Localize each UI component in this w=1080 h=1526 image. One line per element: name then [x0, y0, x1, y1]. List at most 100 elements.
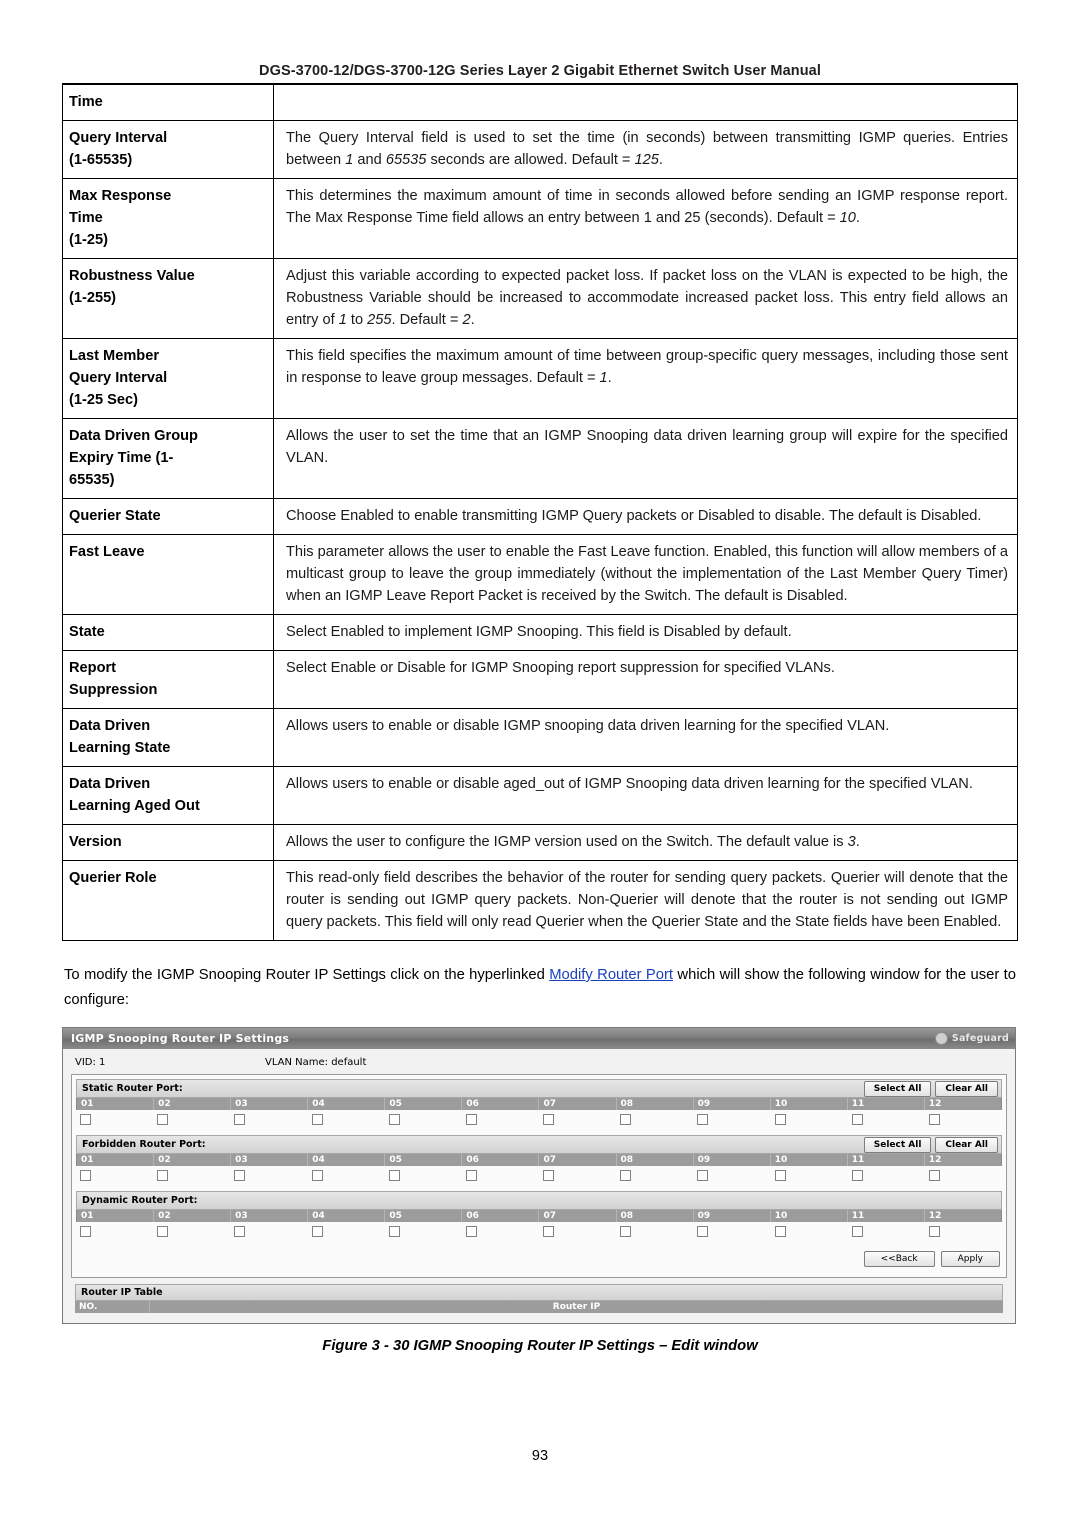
section-buttons: Select All Clear All [863, 1080, 998, 1097]
parameter-description-table: Time Query Interval (1-65535) The Query Int… [62, 84, 1018, 941]
port-checkbox[interactable] [928, 1114, 940, 1125]
port-number: 05 [385, 1154, 463, 1166]
instruction-paragraph: To modify the IGMP Snooping Router IP Se… [62, 963, 1018, 1013]
section-title: Static Router Port: [82, 1083, 183, 1094]
port-checkbox[interactable] [543, 1170, 555, 1181]
port-checkbox[interactable] [157, 1226, 169, 1237]
port-checkbox[interactable] [311, 1226, 323, 1237]
port-checkbox[interactable] [80, 1114, 91, 1125]
parameter-description: This field specifies the maximum amount … [273, 338, 1018, 419]
port-checkbox-cell [848, 1170, 925, 1184]
port-number: 01 [77, 1098, 155, 1110]
port-checkbox[interactable] [465, 1170, 477, 1181]
port-number: 08 [617, 1154, 694, 1166]
section-title: Forbidden Router Port: [82, 1139, 206, 1150]
parameter-label-line: Learning State [69, 740, 171, 756]
safeguard-icon [934, 1032, 948, 1045]
safeguard-indicator: Safeguard [934, 1032, 1009, 1045]
select-all-button[interactable]: Select All [863, 1136, 932, 1153]
port-checkbox[interactable] [543, 1114, 555, 1125]
port-checkbox[interactable] [157, 1170, 169, 1181]
port-checkbox[interactable] [234, 1114, 246, 1125]
port-number: 08 [617, 1098, 694, 1110]
parameter-description: This parameter allows the user to enable… [273, 534, 1018, 615]
port-checkbox[interactable] [311, 1114, 323, 1125]
section-header: Dynamic Router Port: [76, 1191, 1002, 1210]
port-checkbox[interactable] [543, 1226, 555, 1237]
port-number: 02 [154, 1098, 232, 1110]
table-row: Data Driven Learning State Allows users to… [62, 708, 1018, 767]
port-checkbox[interactable] [80, 1170, 91, 1181]
parameter-label: Version [62, 824, 274, 861]
action-buttons-row: <<Back Apply [72, 1243, 1006, 1271]
parameter-description [273, 84, 1018, 121]
port-checkbox[interactable] [928, 1226, 940, 1237]
port-checkbox[interactable] [851, 1226, 863, 1237]
port-number-row: 01 02 03 04 05 06 07 08 09 10 11 12 [76, 1154, 1002, 1166]
port-checkbox[interactable] [697, 1170, 709, 1181]
port-checkbox-cell [230, 1226, 307, 1240]
port-checkbox-cell [925, 1170, 1002, 1184]
table-row: Querier State Choose Enabled to enable tr… [62, 498, 1018, 535]
port-number: 11 [848, 1210, 925, 1222]
port-checkbox[interactable] [774, 1226, 786, 1237]
port-checkbox[interactable] [774, 1170, 786, 1181]
port-checkbox[interactable] [157, 1114, 169, 1125]
port-checkbox[interactable] [620, 1170, 632, 1181]
port-checkbox[interactable] [851, 1170, 863, 1181]
port-number: 11 [848, 1098, 925, 1110]
port-checkbox-cell [693, 1114, 770, 1128]
port-checkbox[interactable] [465, 1226, 477, 1237]
parameter-label-line: Data Driven Group [69, 428, 198, 444]
port-checkbox[interactable] [388, 1170, 400, 1181]
port-number: 10 [771, 1154, 848, 1166]
port-checkbox[interactable] [697, 1226, 709, 1237]
parameter-description: Adjust this variable according to expect… [273, 258, 1018, 339]
port-checkbox[interactable] [388, 1114, 400, 1125]
window-footer [71, 1313, 1007, 1323]
port-checkbox[interactable] [80, 1226, 91, 1237]
back-button[interactable]: <<Back [863, 1251, 935, 1267]
port-checkbox[interactable] [465, 1114, 477, 1125]
port-checkbox[interactable] [851, 1114, 863, 1125]
port-checkbox[interactable] [928, 1170, 940, 1181]
port-checkbox[interactable] [311, 1170, 323, 1181]
router-ip-table-header: Router IP Table [75, 1284, 1003, 1301]
parameter-label: Max Response Time (1-25) [62, 178, 274, 259]
parameter-label-line: Report [69, 660, 117, 676]
parameter-description: This determines the maximum amount of ti… [273, 178, 1018, 259]
clear-all-button[interactable]: Clear All [935, 1136, 998, 1153]
parameter-label: Query Interval (1-65535) [62, 120, 274, 179]
parameter-label-line: Time [69, 94, 103, 110]
port-checkbox[interactable] [388, 1226, 400, 1237]
parameter-description: Allows users to enable or disable IGMP s… [273, 708, 1018, 767]
port-checkbox[interactable] [234, 1170, 246, 1181]
parameter-description: Select Enable or Disable for IGMP Snoopi… [273, 650, 1018, 709]
port-checkbox[interactable] [620, 1226, 632, 1237]
port-number: 04 [308, 1210, 386, 1222]
clear-all-button[interactable]: Clear All [935, 1080, 998, 1097]
apply-button[interactable]: Apply [940, 1251, 1000, 1267]
port-checkbox-cell [848, 1114, 925, 1128]
port-number-row: 01 02 03 04 05 06 07 08 09 10 11 12 [76, 1210, 1002, 1222]
router-port-panel: Static Router Port: Select All Clear All 01… [71, 1074, 1007, 1278]
port-number: 06 [462, 1154, 540, 1166]
port-checkbox[interactable] [697, 1114, 709, 1125]
column-no: NO. [75, 1301, 150, 1313]
parameter-label-line: 65535) [69, 472, 115, 488]
figure-caption: Figure 3 - 30 IGMP Snooping Router IP Se… [322, 1338, 758, 1354]
port-checkbox[interactable] [774, 1114, 786, 1125]
modify-router-port-link[interactable]: Modify Router Port [549, 967, 673, 983]
parameter-description: This read-only field describes the behav… [273, 860, 1018, 941]
port-number: 03 [231, 1098, 309, 1110]
window-body: VID: 1 VLAN Name: default Static Router … [63, 1049, 1015, 1323]
select-all-button[interactable]: Select All [863, 1080, 932, 1097]
vlan-name-label: VLAN Name: default [265, 1057, 367, 1068]
port-number: 12 [928, 1211, 942, 1221]
port-checkbox-cell [539, 1170, 616, 1184]
port-number: 03 [231, 1154, 309, 1166]
table-row: Query Interval (1-65535) The Query Interva… [62, 120, 1018, 179]
port-checkbox[interactable] [234, 1226, 246, 1237]
section-header: Forbidden Router Port: Select All Clear Al… [76, 1135, 1002, 1154]
port-checkbox[interactable] [620, 1114, 632, 1125]
